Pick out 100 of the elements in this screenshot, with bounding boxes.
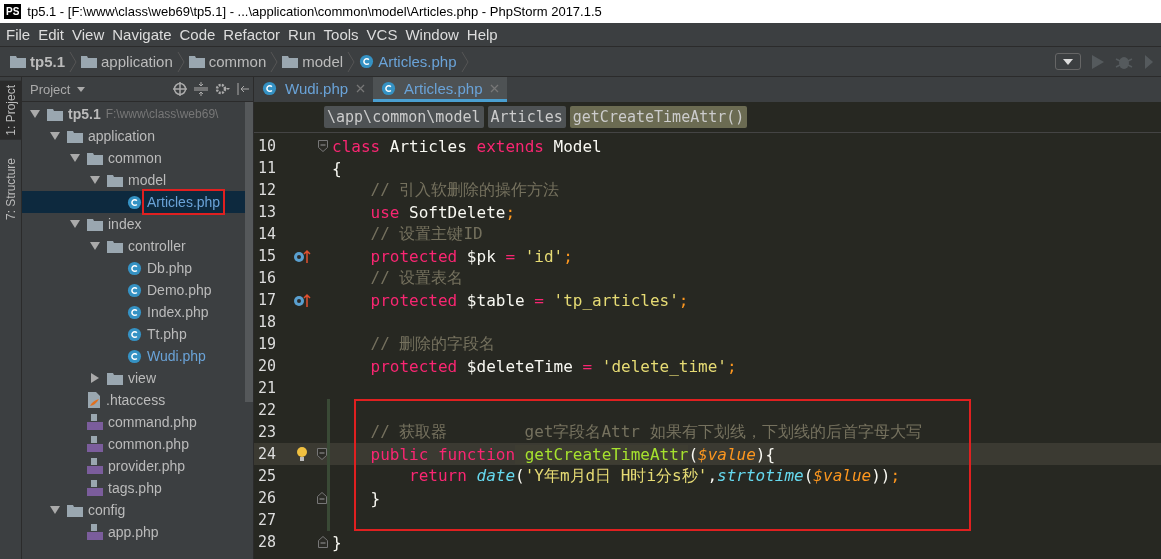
expanded-arrow-icon[interactable]	[30, 109, 40, 119]
dropdown-caret-icon[interactable]	[77, 86, 86, 92]
menu-item[interactable]: Run	[284, 26, 320, 43]
expanded-arrow-icon[interactable]	[90, 241, 100, 251]
nav-crumb[interactable]: model	[280, 53, 346, 70]
override-icon[interactable]	[293, 249, 311, 263]
tree-item[interactable]: command.php	[22, 411, 245, 433]
code-line: protected $deleteTime = 'delete_time';	[369, 356, 737, 376]
expanded-arrow-icon[interactable]	[70, 153, 80, 163]
tree-item[interactable]: tags.php	[22, 477, 245, 499]
expanded-arrow-icon[interactable]	[90, 175, 100, 185]
line-number: 28	[257, 533, 278, 551]
tree-item[interactable]: Db.php	[22, 257, 245, 279]
tree-item[interactable]: model	[22, 169, 245, 191]
code-line: protected $table = 'tp_articles';	[369, 290, 689, 310]
run-config-dropdown[interactable]	[1055, 53, 1081, 70]
line-number: 25	[257, 467, 278, 485]
code-line: // 设置表名	[369, 267, 464, 289]
code-line: class Articles extends Model	[331, 136, 602, 156]
fold-icon[interactable]	[318, 140, 328, 152]
nav-crumb[interactable]: Articles.php	[357, 53, 459, 70]
line-number: 18	[257, 313, 278, 331]
tree-item[interactable]: config	[22, 499, 245, 521]
tree-item[interactable]: Articles.php	[22, 191, 245, 213]
override-icon[interactable]	[293, 293, 311, 307]
nav-crumb[interactable]: tp5.1	[8, 53, 67, 70]
expanded-arrow-icon[interactable]	[50, 131, 60, 141]
expanded-arrow-icon[interactable]	[50, 505, 60, 515]
close-icon[interactable]	[356, 83, 366, 93]
line-number: 19	[257, 335, 278, 353]
code-line: use SoftDelete;	[369, 202, 516, 222]
chevron-icon	[176, 50, 185, 73]
expanded-arrow-icon[interactable]	[70, 219, 80, 229]
line-number: 27	[257, 511, 278, 529]
collapse-icon[interactable]	[194, 82, 208, 96]
tree-item[interactable]: provider.php	[22, 455, 245, 477]
line-number: 10	[257, 137, 278, 155]
menu-item[interactable]: Refactor	[219, 26, 285, 43]
class-icon	[127, 304, 142, 320]
fold-end-icon[interactable]	[318, 536, 328, 548]
menu-item[interactable]: File	[2, 26, 35, 43]
tree-item[interactable]: common	[22, 147, 245, 169]
menu-item[interactable]: Edit	[34, 26, 69, 43]
menu-item[interactable]: Window	[401, 26, 463, 43]
class-icon	[127, 348, 142, 364]
settings-icon[interactable]	[215, 82, 230, 96]
menu-item[interactable]: Navigate	[108, 26, 176, 43]
folder-icon	[282, 55, 299, 68]
php-file-icon	[87, 458, 103, 474]
chevron-icon	[347, 50, 356, 73]
code-line: // 设置主键ID	[369, 223, 483, 245]
tree-item[interactable]: view	[22, 367, 245, 389]
code-line: }	[331, 532, 342, 552]
menu-item[interactable]: View	[68, 26, 109, 43]
menu-item[interactable]: Help	[462, 26, 502, 43]
menu-item[interactable]: VCS	[362, 26, 402, 43]
tool-window-tab[interactable]: 1: Project	[0, 81, 21, 140]
fold-icon[interactable]	[316, 448, 327, 460]
php-file-icon	[87, 436, 103, 452]
target-icon[interactable]	[173, 82, 187, 96]
chevron-icon	[460, 50, 469, 73]
tree-item[interactable]: index	[22, 213, 245, 235]
tree-item[interactable]: Tt.php	[22, 323, 245, 345]
tool-window-tab[interactable]: 7: Structure	[3, 153, 18, 224]
scrollbar[interactable]	[245, 102, 253, 402]
nav-crumb[interactable]: common	[186, 53, 269, 70]
line-number: 26	[257, 489, 278, 507]
line-number: 23	[257, 423, 278, 441]
editor-tab[interactable]: Wudi.php	[254, 77, 374, 102]
fold-end-icon[interactable]	[316, 492, 327, 504]
tree-item[interactable]: app.php	[22, 521, 245, 543]
tree-item[interactable]: .htaccess	[22, 389, 245, 411]
tree-item[interactable]: Demo.php	[22, 279, 245, 301]
menu-item[interactable]: Code	[175, 26, 220, 43]
line-number: 21	[257, 379, 278, 397]
code-breadcrumb[interactable]: getCreateTimeAttr()	[569, 106, 748, 128]
code-line: // 删除的字段名	[369, 333, 496, 355]
tree-item[interactable]: Index.php	[22, 301, 245, 323]
hide-panel-icon[interactable]	[237, 82, 249, 96]
php-file-icon	[87, 414, 103, 430]
menu-item[interactable]: Tools	[319, 26, 363, 43]
tree-item[interactable]: Wudi.php	[22, 345, 245, 367]
nav-crumb[interactable]: application	[79, 53, 175, 70]
collapsed-arrow-icon[interactable]	[90, 373, 100, 383]
code-breadcrumb[interactable]: Articles	[487, 106, 566, 128]
panel-title[interactable]: Project	[30, 81, 71, 97]
folder-icon	[107, 173, 123, 187]
config-file-icon	[87, 392, 101, 408]
editor-tab[interactable]: Articles.php	[373, 77, 508, 102]
folder-icon	[107, 371, 123, 385]
code-line: protected $pk = 'id';	[369, 246, 573, 266]
tree-item[interactable]: application	[22, 125, 245, 147]
tree-item[interactable]: controller	[22, 235, 245, 257]
tree-item[interactable]: tp5.1 F:\www\class\web69\	[22, 103, 245, 125]
tree-item[interactable]: common.php	[22, 433, 245, 455]
code-line: // 获取器 get字段名Attr 如果有下划线，下划线的后首字母大写	[369, 421, 922, 443]
code-breadcrumb[interactable]: \app\common\model	[324, 106, 484, 128]
folder-icon	[47, 107, 63, 121]
folder-icon	[87, 217, 103, 231]
lightbulb-icon[interactable]	[296, 446, 308, 462]
